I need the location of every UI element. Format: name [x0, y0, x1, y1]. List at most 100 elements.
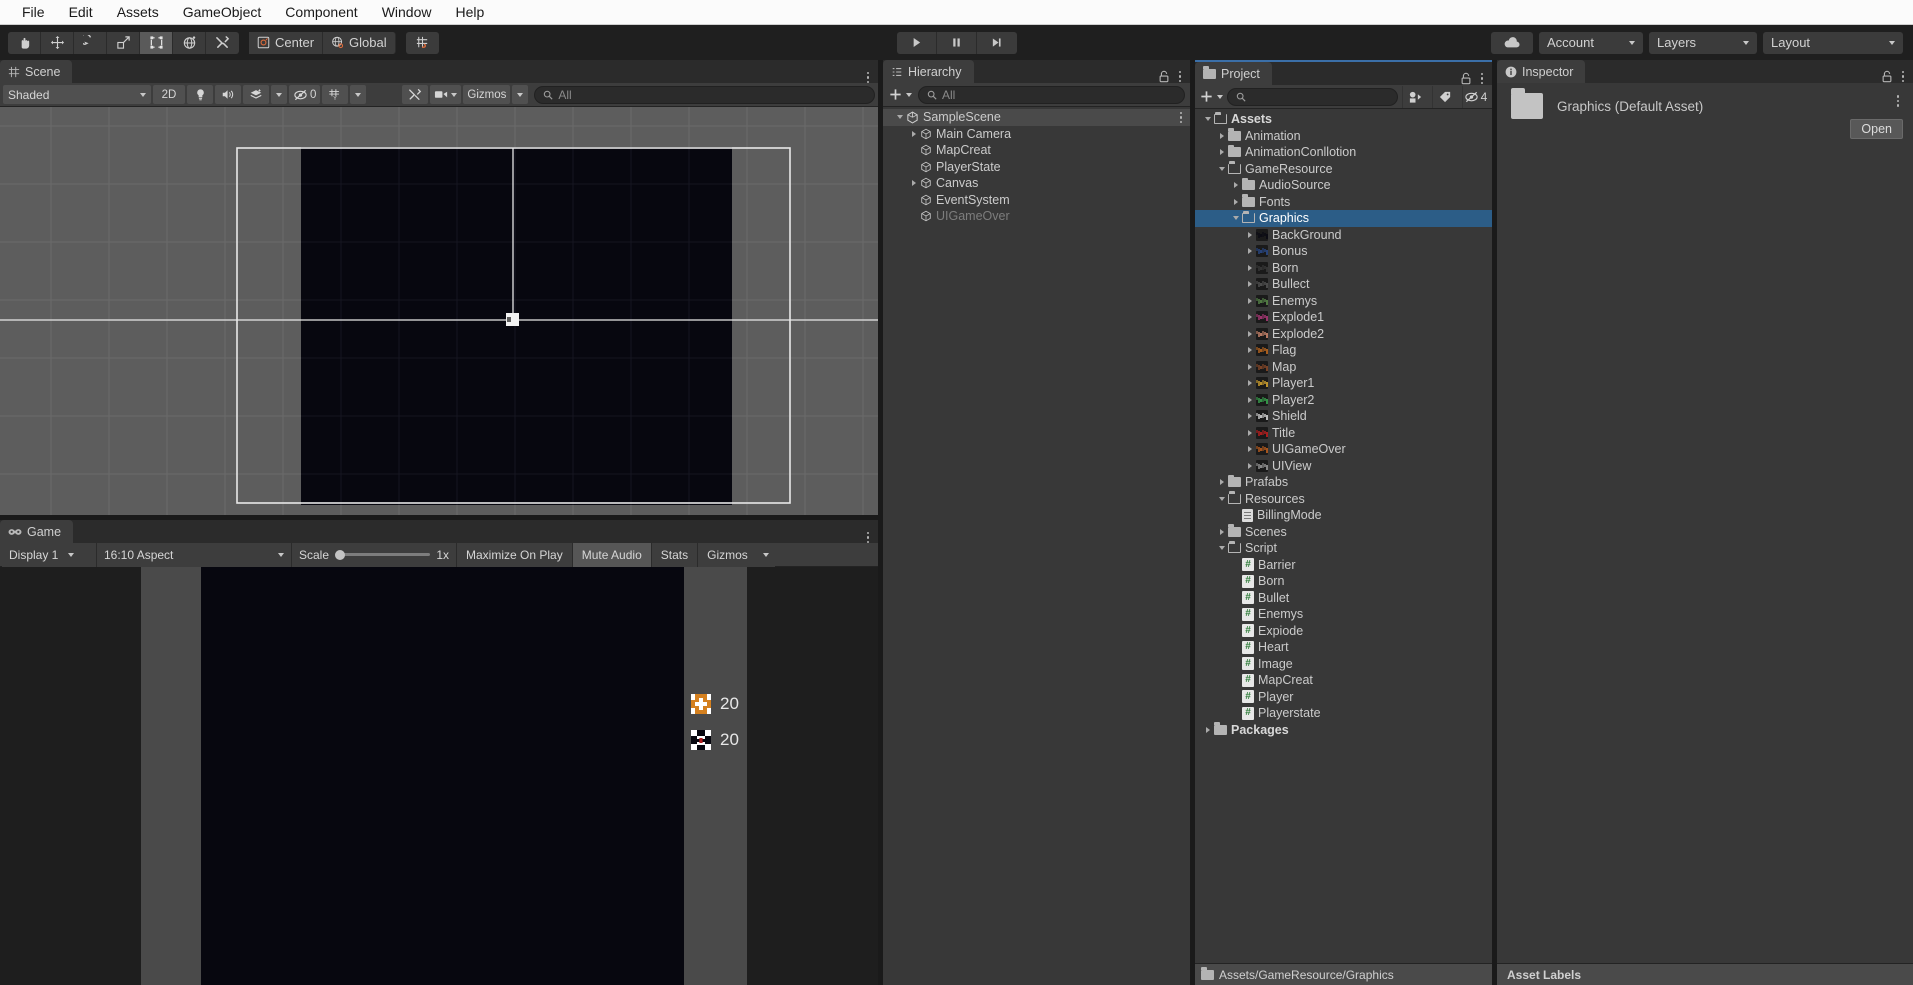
- game-menu-icon[interactable]: [866, 531, 869, 543]
- scene-grid-button[interactable]: Y: [322, 85, 349, 104]
- mute-audio-button[interactable]: Mute Audio: [572, 542, 652, 567]
- disclosure-arrow[interactable]: [1215, 166, 1228, 171]
- chevron-right-icon[interactable]: [1247, 281, 1252, 288]
- scene-grid-dropdown[interactable]: [350, 85, 367, 104]
- project-row-explode2[interactable]: Explode2: [1195, 326, 1492, 343]
- chevron-down-icon[interactable]: [896, 115, 903, 120]
- game-viewport[interactable]: 20 20: [0, 567, 878, 985]
- project-row-uiview[interactable]: UIView: [1195, 458, 1492, 475]
- project-row-explode1[interactable]: Explode1: [1195, 309, 1492, 326]
- chevron-down-icon[interactable]: [1232, 216, 1239, 221]
- chevron-right-icon[interactable]: [1247, 380, 1252, 387]
- disclosure-arrow[interactable]: [1201, 117, 1214, 122]
- disclosure-arrow[interactable]: [1215, 132, 1228, 139]
- chevron-right-icon[interactable]: [1219, 149, 1224, 156]
- chevron-right-icon[interactable]: [1247, 413, 1252, 420]
- move-tool-button[interactable]: [41, 31, 74, 54]
- open-asset-button[interactable]: Open: [1850, 119, 1903, 139]
- project-menu-icon[interactable]: [1480, 72, 1483, 85]
- project-row-background[interactable]: BackGround: [1195, 227, 1492, 244]
- disclosure-arrow[interactable]: [1243, 264, 1256, 271]
- menu-item-window[interactable]: Window: [370, 1, 444, 23]
- scene-row-menu-icon[interactable]: [1179, 111, 1182, 123]
- lock-icon[interactable]: [1158, 70, 1170, 83]
- grid-snap-icon[interactable]: [405, 31, 439, 54]
- menu-item-component[interactable]: Component: [273, 1, 369, 23]
- disclosure-arrow[interactable]: [1243, 281, 1256, 288]
- project-row-born[interactable]: Born: [1195, 260, 1492, 277]
- chevron-down-icon[interactable]: [1218, 166, 1225, 171]
- pivot-mode-button[interactable]: Center: [249, 31, 324, 54]
- stats-button[interactable]: Stats: [651, 542, 699, 567]
- game-gizmos-dropdown[interactable]: [756, 542, 775, 567]
- 2d-toggle-button[interactable]: 2D: [153, 85, 185, 104]
- chevron-right-icon[interactable]: [1247, 347, 1252, 354]
- cloud-services-button[interactable]: [1491, 31, 1533, 54]
- project-row-player1[interactable]: Player1: [1195, 375, 1492, 392]
- scene-gizmos-dropdown[interactable]: [512, 85, 529, 104]
- project-row-barrier[interactable]: # Barrier: [1195, 557, 1492, 574]
- disclosure-arrow[interactable]: [1243, 363, 1256, 370]
- hierarchy-tree[interactable]: SampleScene Main Camera MapCreat PlayerStat…: [883, 107, 1190, 985]
- scene-fx-dropdown[interactable]: [271, 85, 287, 104]
- game-gizmos-button[interactable]: Gizmos: [698, 542, 757, 567]
- project-row-bullect[interactable]: Bullect: [1195, 276, 1492, 293]
- disclosure-arrow[interactable]: [1243, 429, 1256, 436]
- display-dropdown[interactable]: Display 1: [2, 542, 97, 567]
- disclosure-arrow[interactable]: [907, 130, 920, 137]
- chevron-right-icon[interactable]: [1219, 132, 1224, 139]
- disclosure-arrow[interactable]: [1243, 413, 1256, 420]
- project-row-prafabs[interactable]: Prafabs: [1195, 474, 1492, 491]
- asset-labels-footer[interactable]: Asset Labels: [1497, 963, 1913, 985]
- chevron-right-icon[interactable]: [1205, 726, 1210, 733]
- project-row-born[interactable]: # Born: [1195, 573, 1492, 590]
- chevron-right-icon[interactable]: [1219, 528, 1224, 535]
- tab-scene[interactable]: Scene: [0, 60, 73, 83]
- chevron-down-icon[interactable]: [1204, 117, 1211, 122]
- scene-menu-icon[interactable]: [866, 71, 869, 83]
- step-button[interactable]: [976, 31, 1017, 54]
- chevron-right-icon[interactable]: [1233, 182, 1238, 189]
- scene-hidden-objects-button[interactable]: 0: [289, 85, 321, 104]
- disclosure-arrow[interactable]: [1243, 446, 1256, 453]
- project-row-shield[interactable]: Shield: [1195, 408, 1492, 425]
- chevron-right-icon[interactable]: [1247, 462, 1252, 469]
- project-row-packages[interactable]: Packages: [1195, 722, 1492, 739]
- chevron-right-icon[interactable]: [1247, 363, 1252, 370]
- scale-slider[interactable]: [335, 549, 431, 561]
- project-row-animationconllotion[interactable]: AnimationConllotion: [1195, 144, 1492, 161]
- scale-tool-button[interactable]: [107, 31, 140, 54]
- project-row-bullet[interactable]: # Bullet: [1195, 590, 1492, 607]
- menu-item-gameobject[interactable]: GameObject: [171, 1, 274, 23]
- scene-search-input[interactable]: All: [534, 85, 875, 104]
- project-filter-label-button[interactable]: [1432, 85, 1458, 108]
- scene-component-tools-button[interactable]: [402, 85, 429, 104]
- pause-button[interactable]: [936, 31, 977, 54]
- project-row-uigameover[interactable]: UIGameOver: [1195, 441, 1492, 458]
- project-hidden-count-button[interactable]: 4: [1462, 85, 1488, 108]
- project-row-enemys[interactable]: Enemys: [1195, 293, 1492, 310]
- project-row-graphics[interactable]: Graphics: [1195, 210, 1492, 227]
- disclosure-arrow[interactable]: [893, 115, 906, 120]
- disclosure-arrow[interactable]: [1215, 496, 1228, 501]
- project-row-heart[interactable]: # Heart: [1195, 639, 1492, 656]
- tab-project[interactable]: Project: [1195, 62, 1272, 85]
- menu-item-assets[interactable]: Assets: [105, 1, 171, 23]
- rect-tool-button[interactable]: [140, 31, 173, 54]
- disclosure-arrow[interactable]: [907, 180, 920, 187]
- disclosure-arrow[interactable]: [1215, 479, 1228, 486]
- account-dropdown[interactable]: Account: [1539, 31, 1643, 54]
- project-tree[interactable]: Assets Animation AnimationConllotion GameRe…: [1195, 109, 1492, 963]
- disclosure-arrow[interactable]: [1243, 330, 1256, 337]
- project-row-player2[interactable]: Player2: [1195, 392, 1492, 409]
- project-row-resources[interactable]: Resources: [1195, 491, 1492, 508]
- project-row-bonus[interactable]: Bonus: [1195, 243, 1492, 260]
- disclosure-arrow[interactable]: [1243, 231, 1256, 238]
- inspector-menu-icon[interactable]: [1901, 70, 1904, 83]
- hierarchy-row-samplescene[interactable]: SampleScene: [883, 109, 1190, 126]
- chevron-right-icon[interactable]: [1247, 264, 1252, 271]
- project-search-input[interactable]: [1227, 87, 1398, 106]
- scale-slider-group[interactable]: Scale 1x: [292, 542, 457, 567]
- hierarchy-search-input[interactable]: All: [918, 85, 1185, 104]
- hand-tool-button[interactable]: [8, 31, 41, 54]
